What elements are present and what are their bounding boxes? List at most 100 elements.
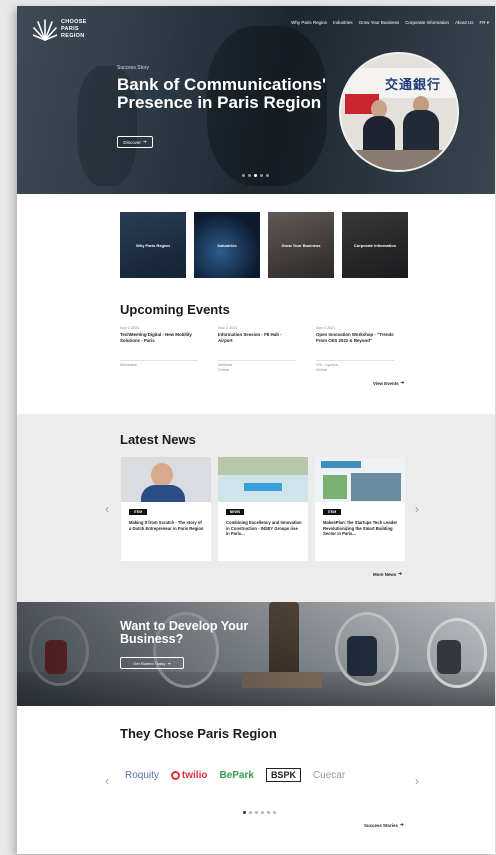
event-date: Nov 2 2021 [120, 326, 140, 330]
get-started-button[interactable]: Get Started Today ➔ [120, 657, 184, 669]
news-badge: ITEM [129, 509, 147, 515]
tile-label: Why Paris Region [135, 242, 170, 248]
signing-table [341, 150, 457, 170]
language-selector[interactable]: FR ▾ [479, 20, 489, 26]
clients-heading: They Chose Paris Region [120, 726, 277, 741]
tile-grow-your-business[interactable]: Grow Your Business [268, 212, 334, 278]
carousel-dot[interactable] [242, 174, 245, 177]
event-item[interactable]: Nov 2 2021 TechMeeting Digital - New Mob… [120, 326, 198, 373]
logo-line: REGION [61, 33, 85, 39]
news-cards: ITEM Making It from Scratch - The story … [121, 457, 405, 561]
more-news-label: More News [373, 571, 397, 577]
logo-wordmark: CHOOSE PARIS REGION [61, 19, 87, 40]
news-card-image [315, 457, 405, 502]
client-logo-twilio[interactable]: twilio [170, 770, 207, 781]
nav-item-industries[interactable]: Industries [333, 20, 353, 26]
cta-overlay [17, 602, 495, 706]
cta-title: Want to Develop Your Business? [120, 619, 249, 646]
carousel-dot[interactable] [267, 811, 270, 814]
logo-line: PARIS [61, 26, 79, 32]
news-badge: NEWS [226, 509, 244, 515]
news-card-title: MakesPlan: the Startups Tech Leader Revo… [323, 520, 398, 536]
carousel-dot[interactable] [273, 811, 276, 814]
arrow-right-icon: ➔ [399, 822, 404, 827]
image-logo [244, 483, 282, 491]
arrow-right-icon: ➔ [167, 660, 171, 666]
news-next-arrow-icon[interactable]: › [415, 502, 419, 516]
client-logo-bepark[interactable]: BePark [219, 770, 253, 781]
carousel-dot[interactable] [260, 174, 263, 177]
hero-photo: 交通銀行 [339, 52, 459, 172]
news-card[interactable]: ITEM MakesPlan: the Startups Tech Leader… [315, 457, 405, 561]
event-item[interactable]: Nov 3 2021 Information Session - F8 Hub … [218, 326, 296, 373]
nav-item-grow-your-business[interactable]: Grow Your Business [359, 20, 400, 26]
category-tiles: Why Paris Region Industries Grow Your Bu… [120, 212, 408, 278]
image-strip [218, 457, 308, 475]
news-badge: ITEM [323, 509, 341, 515]
events-heading: Upcoming Events [120, 302, 230, 317]
event-title: Open Innovation Workshop - "Trends From … [316, 332, 394, 343]
twilio-icon [170, 770, 180, 780]
tile-industries[interactable]: Industries [194, 212, 260, 278]
person-body [141, 485, 185, 502]
main-nav: Why Paris Region Industries Grow Your Bu… [291, 20, 489, 26]
carousel-dot-active[interactable] [243, 811, 246, 814]
event-title: TechMeeting Digital - New Mobility Solut… [120, 332, 192, 343]
clients-next-arrow-icon[interactable]: › [415, 774, 419, 788]
arrow-right-icon: ➔ [400, 380, 405, 385]
news-heading: Latest News [120, 432, 196, 447]
event-date: Nov 3 2021 [218, 326, 238, 330]
hero-banner: CHOOSE PARIS REGION Why Paris Region Ind… [17, 6, 495, 194]
news-card-title: Combining Excellency and Innovation in C… [226, 520, 302, 536]
arrow-right-icon: ➔ [142, 139, 147, 144]
news-prev-arrow-icon[interactable]: ‹ [105, 502, 109, 516]
clients-prev-arrow-icon[interactable]: ‹ [105, 774, 109, 788]
hero-eyebrow: Success Story [117, 65, 149, 71]
carousel-dot[interactable] [261, 811, 264, 814]
hero-discover-button[interactable]: Discover ➔ [117, 136, 153, 148]
nav-item-why-paris-region[interactable]: Why Paris Region [291, 20, 327, 26]
events-list: Nov 2 2021 TechMeeting Digital - New Mob… [120, 326, 394, 373]
news-card[interactable]: NEWS Combining Excellency and Innovation… [218, 457, 308, 561]
event-location: VIV - Lyonon Online [316, 360, 394, 373]
view-events-link[interactable]: View Events ➔ [373, 380, 404, 386]
tile-label: Corporate Information [353, 242, 397, 248]
carousel-dot[interactable] [248, 174, 251, 177]
client-logo-roquity[interactable]: Roquity [125, 770, 159, 781]
success-stories-label: Success Stories [364, 822, 398, 828]
tile-label: Grow Your Business [281, 242, 321, 248]
hero-button-label: Discover [123, 139, 141, 145]
image-photo [351, 473, 401, 501]
carousel-dot[interactable] [249, 811, 252, 814]
success-stories-link[interactable]: Success Stories ➔ [364, 822, 404, 828]
sunburst-icon [33, 19, 57, 41]
page: CHOOSE PARIS REGION Why Paris Region Ind… [17, 6, 495, 854]
logo-line: CHOOSE [61, 19, 87, 25]
carousel-dot[interactable] [266, 174, 269, 177]
event-item[interactable]: Nov 4 2021 Open Innovation Workshop - "T… [316, 326, 394, 373]
client-logo-bspk[interactable]: BSPK [265, 768, 301, 782]
cta-banner [17, 602, 495, 706]
choose-paris-region-logo[interactable]: CHOOSE PARIS REGION [33, 16, 103, 46]
event-date: Nov 4 2021 [316, 326, 336, 330]
client-logo-cuecar[interactable]: Cuecar [313, 770, 345, 781]
carousel-dot-active[interactable] [254, 174, 257, 177]
news-card-image [121, 457, 211, 502]
tile-why-paris-region[interactable]: Why Paris Region [120, 212, 186, 278]
event-title: Information Session - F8 Hub - Airport [218, 332, 282, 343]
nav-item-corporate-information[interactable]: Corporate Information [405, 20, 449, 26]
hero-title: Bank of Communications' Presence in Pari… [117, 75, 327, 112]
hero-carousel-dots [242, 174, 269, 177]
bank-sign-text: 交通銀行 [385, 77, 442, 92]
news-card[interactable]: ITEM Making It from Scratch - The story … [121, 457, 211, 561]
tile-label: Industries [217, 242, 237, 248]
event-location: Webinaire [120, 360, 198, 368]
nav-item-about-us[interactable]: About Us [455, 20, 474, 26]
tile-corporate-information[interactable]: Corporate Information [342, 212, 408, 278]
view-events-label: View Events [373, 380, 399, 386]
person-head [151, 463, 173, 487]
news-card-title: Making It from Scratch - The story of a … [129, 520, 204, 531]
carousel-dot[interactable] [255, 811, 258, 814]
cta-button-label: Get Started Today [133, 660, 166, 666]
more-news-link[interactable]: More News ➔ [373, 571, 402, 577]
